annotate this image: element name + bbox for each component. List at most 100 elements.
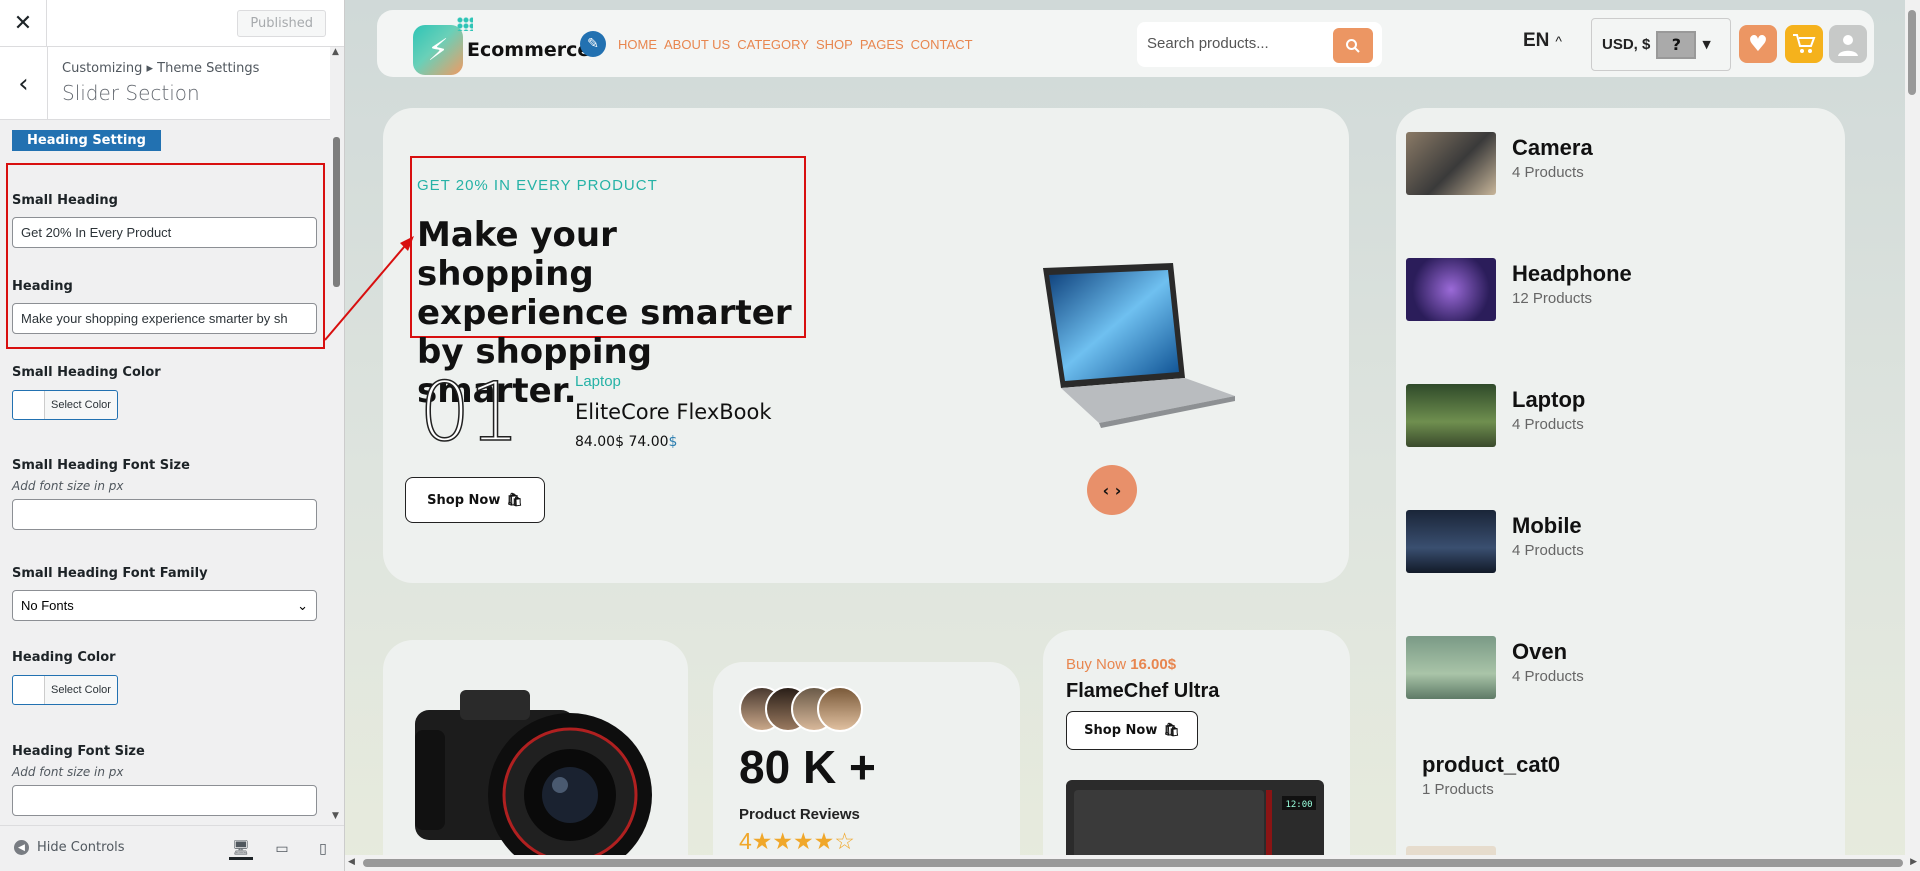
main-nav: ✎ HOME ABOUT US CATEGORY SHOP PAGES CONT…: [580, 31, 973, 57]
currency-value: USD, $: [1602, 36, 1651, 53]
rating: 4★★★★☆: [739, 828, 855, 855]
category-count: 4 Products: [1512, 541, 1584, 559]
heading-color-label: Heading Color: [12, 650, 116, 665]
nav-home[interactable]: HOME: [618, 37, 657, 52]
font-size-hint: Add font size in px: [12, 479, 124, 493]
font-family-select[interactable]: No Fonts ⌄: [12, 590, 317, 621]
desktop-preview-icon[interactable]: 🖥: [229, 838, 253, 860]
tablet-preview-icon[interactable]: ▭: [270, 838, 294, 860]
category-name: Mobile: [1512, 512, 1582, 538]
site-preview: ⚡ Ecommerce ✎ HOME ABOUT US CATEGORY SHO…: [345, 0, 1920, 871]
search-icon[interactable]: [1333, 28, 1373, 63]
list-item[interactable]: Laptop 4 Products: [1406, 384, 1585, 447]
heading-setting-badge: Heading Setting: [12, 130, 161, 151]
hero-slider: GET 20% IN EVERY PRODUCT Make your shopp…: [383, 108, 1349, 583]
category-name: Camera: [1512, 134, 1593, 160]
nav-pages[interactable]: PAGES: [860, 37, 904, 52]
old-price: 84.00$: [575, 434, 624, 450]
list-item[interactable]: Headphone 12 Products: [1406, 258, 1632, 321]
preview-horizontal-scrollbar[interactable]: ◀ ▶: [345, 855, 1920, 871]
product-category[interactable]: Laptop: [575, 373, 621, 390]
slide-number: 01: [418, 365, 521, 461]
back-arrow-icon[interactable]: ‹: [0, 47, 48, 120]
color-swatch: [13, 391, 45, 419]
heart-icon[interactable]: ♥: [1739, 25, 1777, 63]
chevron-up-icon: ^: [1555, 33, 1562, 49]
camera-card[interactable]: [383, 640, 688, 871]
new-price: 74.00: [628, 434, 669, 450]
scrollbar-thumb[interactable]: [333, 137, 340, 287]
search-input[interactable]: Search products...: [1147, 35, 1269, 52]
highlight-box: [6, 163, 325, 349]
site-logo[interactable]: ⚡ Ecommerce: [413, 17, 591, 75]
heading-font-size-label: Heading Font Size: [12, 744, 145, 759]
camera-image: [415, 690, 652, 871]
nav-category[interactable]: CATEGORY: [737, 37, 809, 52]
small-heading-font-family-label: Small Heading Font Family: [12, 566, 208, 581]
list-item[interactable]: Oven 4 Products: [1406, 636, 1584, 699]
slider-arrows-button[interactable]: ‹ ›: [1087, 465, 1137, 515]
small-heading-color-label: Small Heading Color: [12, 365, 161, 380]
scrollbar-thumb[interactable]: [1908, 10, 1916, 95]
scroll-right-icon[interactable]: ▶: [1910, 857, 1917, 867]
scroll-left-icon[interactable]: ◀: [348, 857, 355, 867]
nav-shop[interactable]: SHOP: [816, 37, 853, 52]
color-swatch: [13, 676, 45, 704]
scroll-up-icon[interactable]: ▲: [332, 47, 339, 57]
small-heading-color-picker[interactable]: Select Color: [12, 390, 118, 420]
buy-now-text: Buy Now 16.00$: [1066, 656, 1176, 673]
cart-icon[interactable]: [1785, 25, 1823, 63]
language-code: EN: [1523, 30, 1550, 51]
heading-color-picker[interactable]: Select Color: [12, 675, 118, 705]
nav-about-us[interactable]: ABOUT US: [664, 37, 730, 52]
small-heading-font-size-label: Small Heading Font Size: [12, 458, 190, 473]
logo-text: Ecommerce: [467, 39, 591, 61]
customizer-scrollbar[interactable]: ▲ ▼: [330, 47, 344, 825]
scrollbar-thumb[interactable]: [363, 859, 1903, 867]
scroll-down-icon[interactable]: ▼: [332, 811, 339, 821]
list-item[interactable]: Mobile 4 Products: [1406, 510, 1584, 573]
published-button[interactable]: Published: [237, 10, 326, 37]
collapse-icon: ◀: [14, 840, 29, 855]
user-avatar-icon[interactable]: [1829, 25, 1867, 63]
category-count: 4 Products: [1512, 163, 1584, 181]
category-list: Camera 4 Products Headphone 12 Products La…: [1396, 108, 1845, 871]
promo-card: Buy Now 16.00$ FlameChef Ultra Shop Now …: [1043, 630, 1350, 871]
select-color-label: Select Color: [51, 684, 111, 696]
caret-down-icon: ▼: [1702, 38, 1711, 51]
bag-icon: 🛍: [1163, 723, 1180, 738]
nav-contact[interactable]: CONTACT: [911, 37, 973, 52]
headphone-thumbnail: [1406, 258, 1496, 321]
close-icon[interactable]: ✕: [0, 0, 47, 47]
mobile-thumbnail: [1406, 510, 1496, 573]
edit-pencil-icon[interactable]: ✎: [580, 31, 606, 57]
list-item[interactable]: product_cat0 1 Products: [1422, 744, 1560, 798]
review-label: Product Reviews: [739, 806, 860, 823]
category-name: product_cat0: [1422, 752, 1561, 777]
hide-controls-label: Hide Controls: [37, 840, 125, 855]
section-header: ‹ Customizing ▸ Theme Settings Slider Se…: [0, 47, 344, 120]
list-item[interactable]: Camera 4 Products: [1406, 132, 1593, 195]
promo-price: 16.00$: [1130, 656, 1177, 673]
select-color-label: Select Color: [51, 399, 111, 411]
chevron-down-icon: ⌄: [297, 597, 308, 613]
star-icons: ★★★★☆: [751, 828, 855, 854]
currency-switcher[interactable]: USD, $ ? ▼: [1591, 18, 1731, 71]
promo-product-name[interactable]: FlameChef Ultra: [1066, 680, 1219, 703]
mobile-preview-icon[interactable]: ▯: [311, 838, 335, 860]
product-name[interactable]: EliteCore FlexBook: [575, 400, 772, 424]
shop-now-button[interactable]: Shop Now 🛍: [405, 477, 545, 523]
language-switcher[interactable]: EN ^: [1523, 30, 1562, 52]
reviews-card: 80 K + Product Reviews 4★★★★☆: [713, 662, 1020, 871]
customizer-footer: ◀ Hide Controls 🖥 ▭ ▯: [0, 825, 344, 871]
shop-now-button[interactable]: Shop Now 🛍: [1066, 711, 1198, 750]
hide-controls-button[interactable]: ◀ Hide Controls: [14, 840, 125, 855]
preview-vertical-scrollbar[interactable]: [1905, 0, 1920, 855]
category-count: 4 Products: [1512, 667, 1584, 685]
category-count: 4 Products: [1512, 415, 1584, 433]
search-box: Search products...: [1137, 22, 1382, 67]
heading-font-size-input[interactable]: [12, 785, 317, 816]
small-heading-font-size-input[interactable]: [12, 499, 317, 530]
category-count: 1 Products: [1422, 781, 1494, 798]
customizer-top-bar: ✕ Published: [0, 0, 344, 47]
